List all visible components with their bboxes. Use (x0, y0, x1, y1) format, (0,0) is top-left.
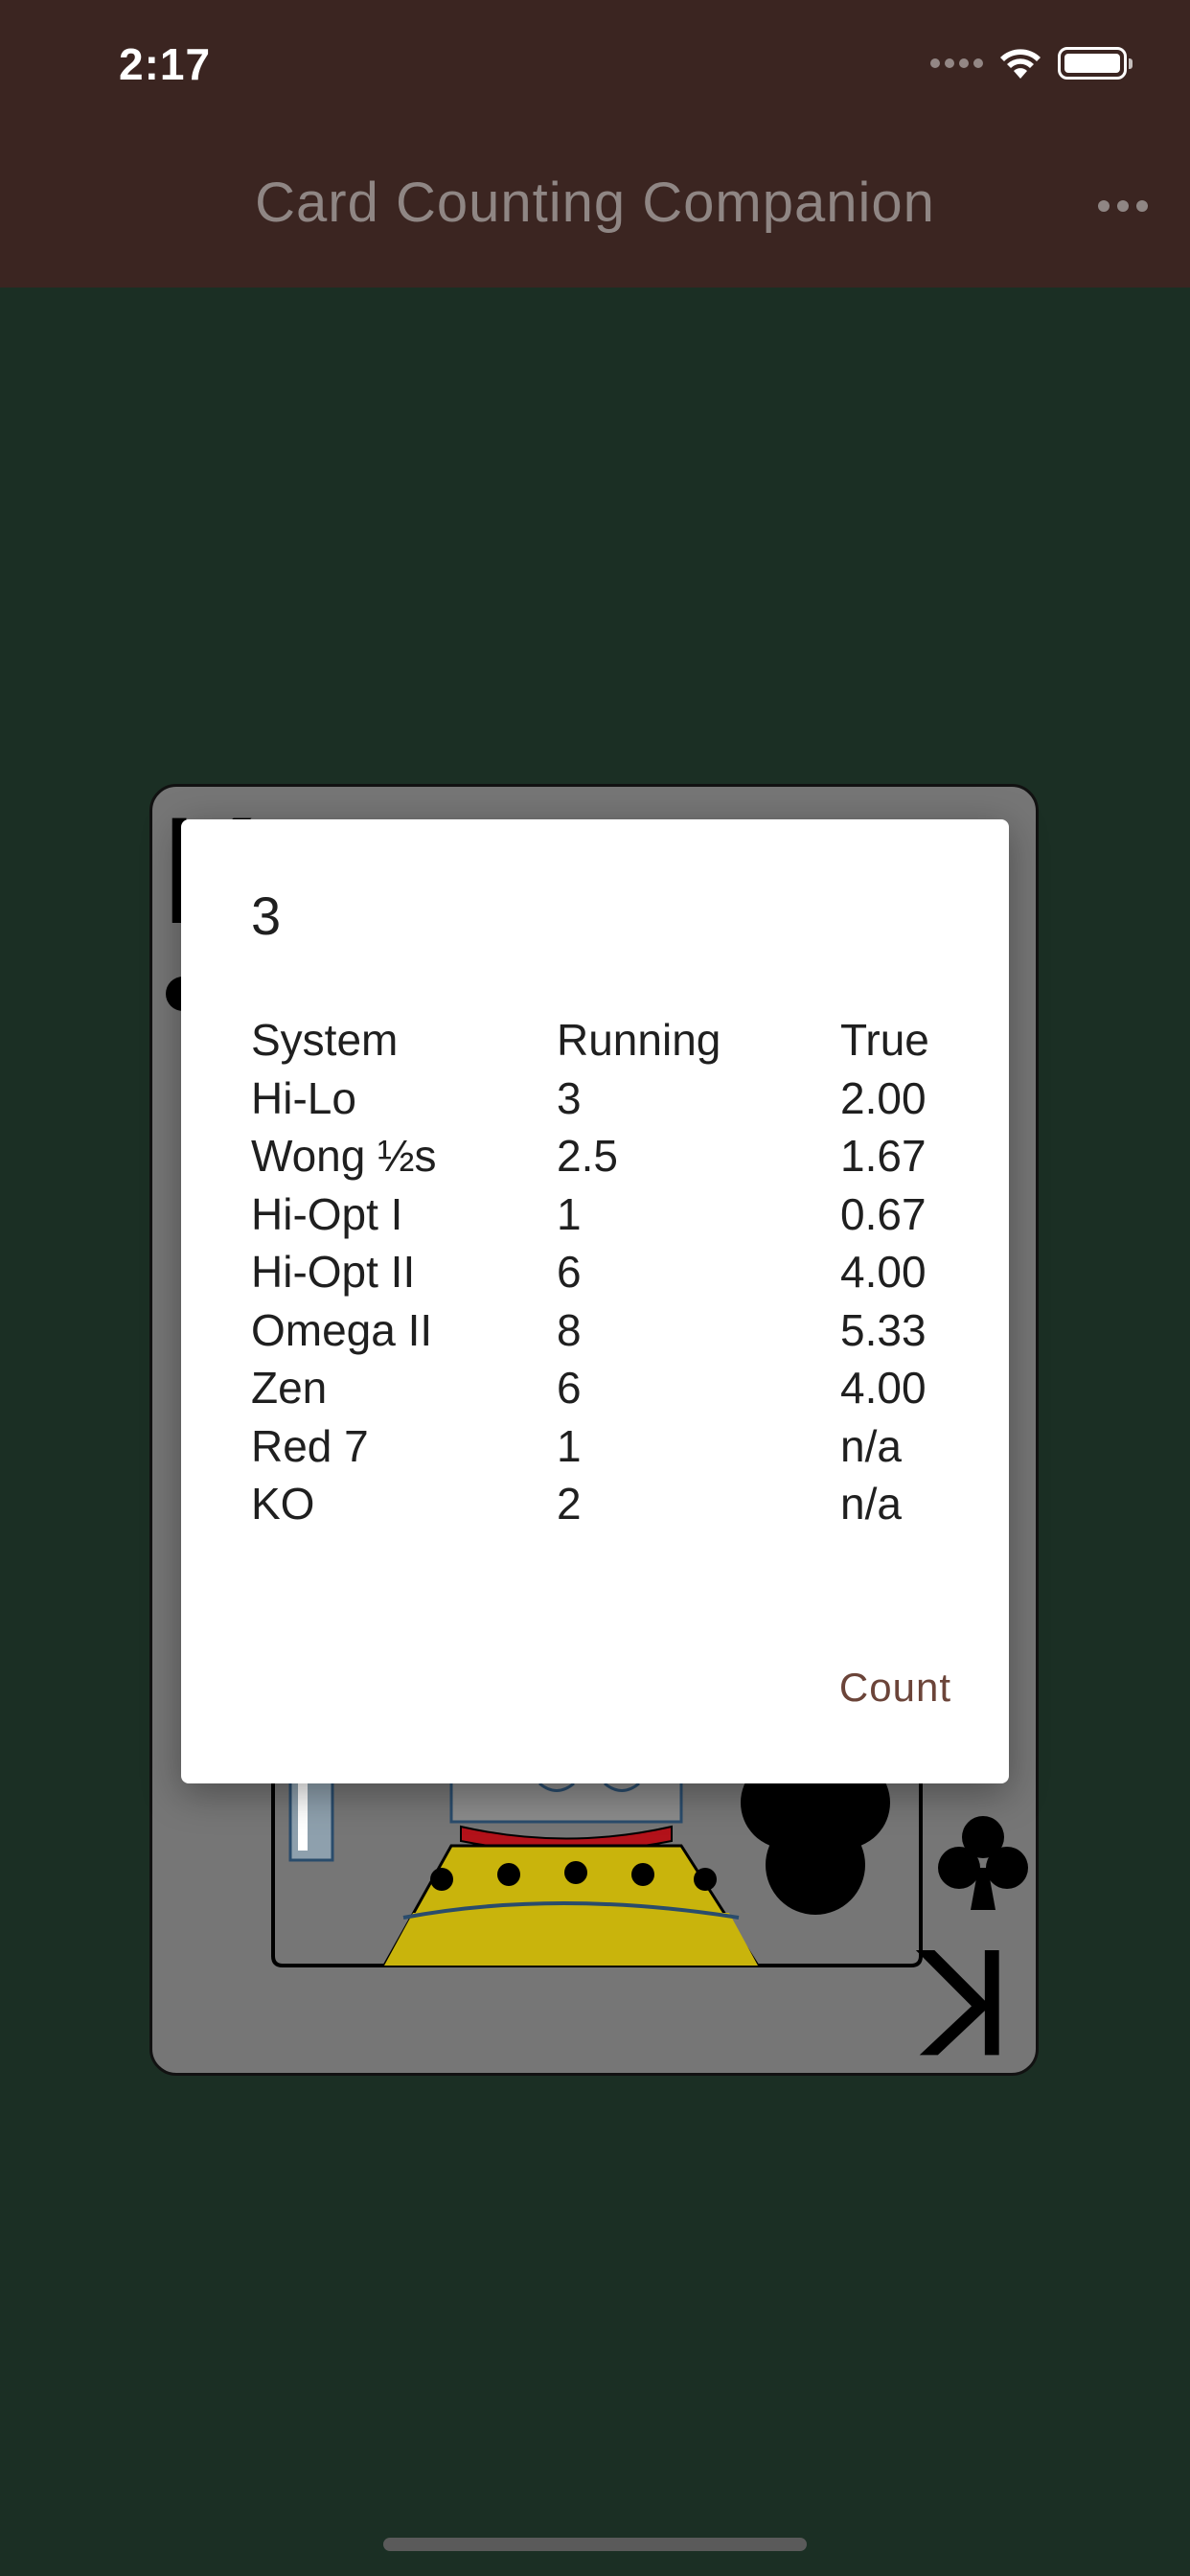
true-count: 0.67 (840, 1188, 927, 1239)
true-count: 1.67 (840, 1131, 927, 1182)
column-header-system: System (251, 1015, 399, 1066)
true-count: 4.00 (840, 1247, 927, 1298)
card-rank-bottom: K (919, 1916, 1014, 2076)
table-row: Omega II 8 5.33 (251, 1301, 955, 1360)
system-name: Hi-Opt II (251, 1247, 416, 1298)
system-name: Zen (251, 1363, 328, 1414)
system-name: Hi-Opt I (251, 1188, 403, 1239)
king-illustration (271, 1774, 923, 1967)
system-name: Wong ½s (251, 1131, 437, 1182)
more-options-button[interactable] (1085, 182, 1161, 230)
cellular-signal-icon (930, 58, 983, 68)
table-row: Red 7 1 n/a (251, 1417, 955, 1476)
home-indicator[interactable] (383, 2538, 807, 2551)
count-button[interactable]: Count (824, 1653, 967, 1722)
running-count: 2 (557, 1479, 582, 1530)
table-row: Hi-Lo 3 2.00 (251, 1070, 955, 1128)
column-header-running: Running (557, 1015, 721, 1066)
table-row: Hi-Opt I 1 0.67 (251, 1185, 955, 1244)
running-count: 1 (557, 1420, 582, 1471)
status-icons (930, 44, 1133, 82)
club-icon (938, 1816, 1028, 1910)
system-name: Omega II (251, 1304, 433, 1355)
count-dialog: 3 System Running True Hi-Lo 3 2.00 Wong … (181, 819, 1009, 1783)
table-row: Wong ½s 2.5 1.67 (251, 1127, 955, 1185)
running-count: 1 (557, 1188, 582, 1239)
running-count: 8 (557, 1304, 582, 1355)
wifi-icon (1000, 49, 1041, 79)
true-count: n/a (840, 1420, 902, 1471)
true-count: 2.00 (840, 1072, 927, 1123)
app-title: Card Counting Companion (255, 172, 935, 234)
table-header-row: System Running True (251, 1011, 955, 1070)
table-row: KO 2 n/a (251, 1475, 955, 1533)
count-table: System Running True Hi-Lo 3 2.00 Wong ½s… (251, 1011, 955, 1533)
table-row: Hi-Opt II 6 4.00 (251, 1243, 955, 1301)
running-count: 6 (557, 1247, 582, 1298)
true-count: n/a (840, 1479, 902, 1530)
dialog-title: 3 (251, 886, 282, 946)
running-count: 2.5 (557, 1131, 618, 1182)
app-bar: 2:17 Card Counting Companion (0, 0, 1190, 288)
system-name: Hi-Lo (251, 1072, 356, 1123)
true-count: 4.00 (840, 1363, 927, 1414)
system-name: KO (251, 1479, 315, 1530)
battery-icon (1058, 47, 1133, 80)
more-horizontal-icon (1098, 200, 1110, 212)
running-count: 3 (557, 1072, 582, 1123)
system-name: Red 7 (251, 1420, 369, 1471)
column-header-true: True (840, 1015, 929, 1066)
status-time: 2:17 (119, 39, 212, 89)
running-count: 6 (557, 1363, 582, 1414)
true-count: 5.33 (840, 1304, 927, 1355)
table-row: Zen 6 4.00 (251, 1359, 955, 1417)
